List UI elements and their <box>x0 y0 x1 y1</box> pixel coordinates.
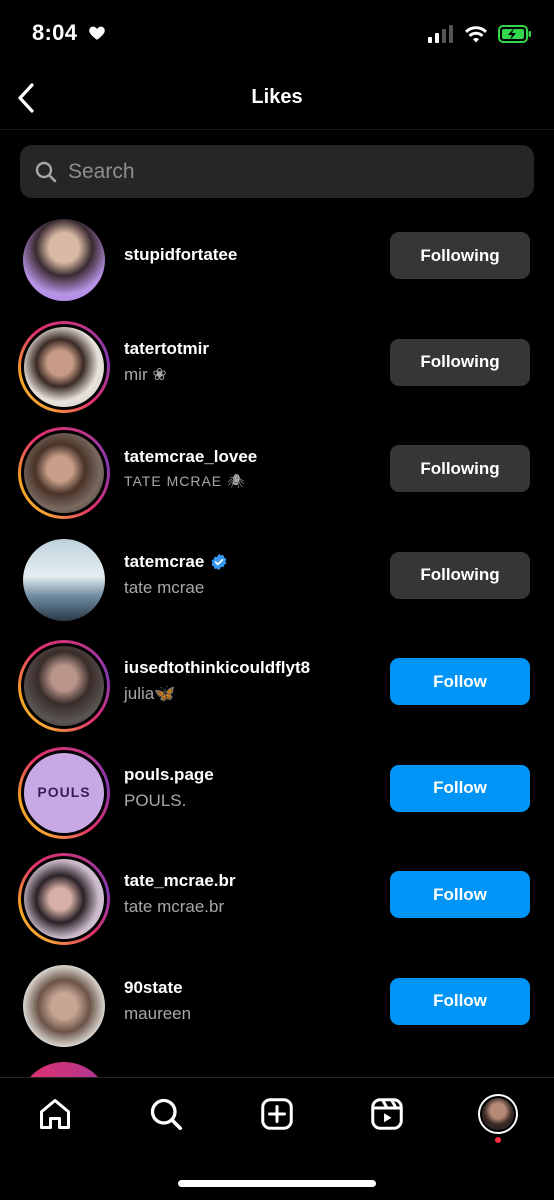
user-info: tatertotmir mir ❀ <box>124 309 209 416</box>
username[interactable]: 90state <box>124 978 191 998</box>
create-icon <box>261 1098 293 1130</box>
username[interactable]: tatemcrae <box>124 552 204 572</box>
profile-avatar <box>482 1098 514 1130</box>
reels-icon <box>371 1098 403 1130</box>
user-info: tate_mcrae.br tate mcrae.br <box>124 841 236 948</box>
list-item[interactable]: iusedtothinkicouldflyt8 julia🦋 Follow <box>0 628 554 735</box>
home-icon <box>40 1099 70 1129</box>
list-item[interactable]: POULS pouls.page POULS. Follow <box>0 735 554 842</box>
list-item[interactable]: tatemcrae_lovee TATE MCRAE 🕷 Following <box>0 415 554 522</box>
full-name: julia🦋 <box>124 684 176 704</box>
full-name: TATE MCRAE 🕷 <box>124 472 246 489</box>
following-button[interactable]: Following <box>390 551 530 599</box>
heart-icon <box>89 26 105 40</box>
avatar <box>24 646 104 726</box>
user-info: pouls.page POULS. <box>124 735 214 842</box>
list-item[interactable]: 90state maureen Follow <box>0 948 554 1055</box>
cellular-signal-icon <box>428 25 453 43</box>
status-bar: 8:04 <box>0 0 554 70</box>
full-name: maureen <box>124 1003 192 1023</box>
wifi-icon <box>465 26 487 43</box>
search-icon <box>150 1098 183 1131</box>
likes-list: stupidfortatee Following tatertotmir mir… <box>0 202 554 1054</box>
search-bar[interactable] <box>20 145 534 198</box>
user-info: tatemcrae_lovee TATE MCRAE 🕷 <box>124 415 257 522</box>
avatar <box>24 433 104 513</box>
tab-reels[interactable] <box>367 1094 407 1134</box>
avatar-logo-text: POULS <box>37 783 91 800</box>
user-info: 90state maureen <box>124 948 191 1055</box>
avatar <box>24 859 104 939</box>
username[interactable]: pouls.page <box>124 765 214 785</box>
follow-button[interactable]: Follow <box>390 764 530 812</box>
following-button[interactable]: Following <box>390 445 530 492</box>
full-name: tate mcrae <box>124 577 205 597</box>
avatar <box>24 326 104 407</box>
search-input[interactable] <box>68 159 508 184</box>
following-button[interactable]: Following <box>390 338 530 386</box>
follow-button[interactable]: Follow <box>390 658 530 705</box>
battery-charging-icon <box>498 25 531 43</box>
avatar-story-ring[interactable] <box>18 853 110 945</box>
username[interactable]: tatemcrae_lovee <box>124 447 257 467</box>
avatar-story-ring[interactable]: POULS <box>18 746 110 839</box>
list-item[interactable]: tatemcrae tate mcrae Following <box>0 522 554 629</box>
avatar: POULS <box>24 752 104 833</box>
username[interactable]: tatertotmir <box>124 339 209 359</box>
full-name: tate mcrae.br <box>124 897 225 917</box>
user-info: iusedtothinkicouldflyt8 julia🦋 <box>124 628 310 735</box>
follow-button[interactable]: Follow <box>390 977 530 1025</box>
tab-profile[interactable] <box>478 1094 518 1134</box>
home-indicator <box>178 1180 376 1187</box>
avatar[interactable] <box>18 960 110 1052</box>
avatar-story-ring[interactable] <box>18 320 110 413</box>
page-title: Likes <box>251 86 303 108</box>
status-indicators <box>428 22 532 46</box>
verified-badge-icon <box>211 553 227 570</box>
avatar[interactable] <box>18 534 110 626</box>
list-item[interactable]: stupidfortatee Following <box>0 202 554 309</box>
follow-button[interactable]: Follow <box>390 871 530 918</box>
avatar-story-ring[interactable] <box>18 640 110 732</box>
full-name: POULS. <box>124 790 187 810</box>
following-button[interactable]: Following <box>390 232 530 279</box>
username[interactable]: iusedtothinkicouldflyt8 <box>124 658 310 678</box>
user-info: tatemcrae tate mcrae <box>124 522 228 629</box>
status-time: 8:04 <box>32 20 78 45</box>
nav-bar: Likes <box>0 70 554 130</box>
tab-create[interactable] <box>257 1094 297 1134</box>
username-row: tatemcrae <box>124 552 228 572</box>
list-item[interactable]: tatertotmir mir ❀ Following <box>0 309 554 416</box>
avatar[interactable] <box>18 214 110 306</box>
username[interactable]: tate_mcrae.br <box>124 871 236 891</box>
list-item[interactable]: tate_mcrae.br tate mcrae.br Follow <box>0 841 554 948</box>
search-icon <box>35 161 57 182</box>
notification-dot <box>495 1137 501 1143</box>
user-info: stupidfortatee <box>124 202 237 309</box>
tab-search[interactable] <box>146 1094 186 1134</box>
tab-home[interactable] <box>35 1094 75 1134</box>
avatar-story-ring[interactable] <box>18 427 110 519</box>
full-name: mir ❀ <box>124 364 167 384</box>
username[interactable]: stupidfortatee <box>124 245 237 265</box>
